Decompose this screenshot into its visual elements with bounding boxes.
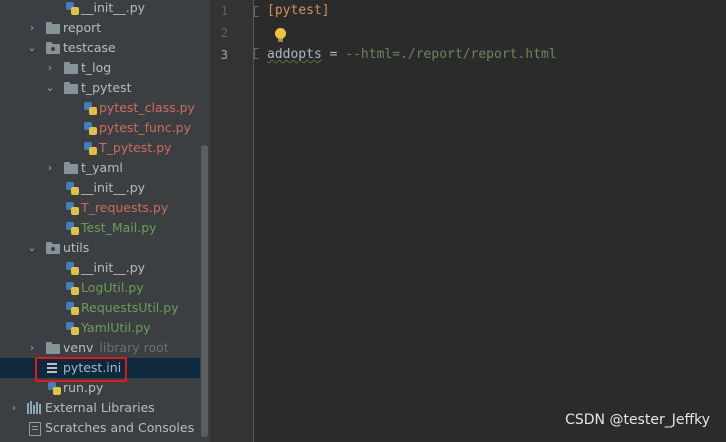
library-root-hint: library root <box>99 340 169 355</box>
chevron-right-icon[interactable]: › <box>26 18 38 38</box>
chevron-right-icon[interactable]: › <box>44 58 56 78</box>
tree-item-label: Scratches and Consoles <box>45 420 195 435</box>
tree-item-label: t_log <box>81 60 112 75</box>
tree-item-label: venv library root <box>63 338 169 358</box>
red-highlight-box <box>35 357 127 382</box>
chevron-right-icon[interactable]: › <box>26 338 38 358</box>
package-folder-icon <box>46 241 60 255</box>
tree-item-t-pytest-py[interactable]: T_pytest.py <box>0 138 200 158</box>
tree-item-init-testcase[interactable]: __init__.py <box>0 178 200 198</box>
tree-item-external-libraries[interactable]: › External Libraries <box>0 398 200 418</box>
chevron-down-icon[interactable]: ⌄ <box>26 238 38 258</box>
tree-item-label: External Libraries <box>45 400 155 415</box>
tree-item-label: testcase <box>63 40 116 55</box>
tree-item-label: __init__.py <box>81 180 146 195</box>
code-line-1[interactable]: [pytest] <box>267 0 330 22</box>
tree-item-test-mail[interactable]: Test_Mail.py <box>0 218 200 238</box>
tree-item-t-pytest[interactable]: ⌄ t_pytest <box>0 78 200 98</box>
tree-item-logutil[interactable]: LogUtil.py <box>0 278 200 298</box>
folder-icon <box>64 81 78 95</box>
ini-value: --html=./report/report.html <box>345 47 557 62</box>
tree-item-scratches[interactable]: Scratches and Consoles <box>0 418 200 438</box>
python-file-icon <box>65 221 79 235</box>
tree-item-yamlutil[interactable]: YamlUtil.py <box>0 318 200 338</box>
tree-item-label: utils <box>63 240 90 255</box>
venv-label: venv <box>63 340 94 355</box>
python-file-icon <box>65 201 79 215</box>
tree-item-label: T_requests.py <box>81 200 169 215</box>
ini-section-header: [pytest] <box>267 3 330 18</box>
tree-item-t-requests[interactable]: T_requests.py <box>0 198 200 218</box>
python-file-icon <box>65 1 79 15</box>
python-file-icon <box>65 281 79 295</box>
libraries-icon <box>27 401 41 415</box>
code-editor[interactable]: [pytest] addopts = --html=./report/repor… <box>254 0 726 442</box>
python-file-icon <box>65 261 79 275</box>
chevron-down-icon[interactable]: ⌄ <box>44 78 56 98</box>
ini-equals: = <box>321 47 346 62</box>
python-file-icon <box>47 381 61 395</box>
python-file-icon <box>83 121 97 135</box>
line-number-current: 3 <box>220 48 228 62</box>
python-file-icon <box>83 101 97 115</box>
tree-item-label: report <box>63 20 102 35</box>
folder-icon <box>46 341 60 355</box>
tree-item-utils[interactable]: ⌄ utils <box>0 238 200 258</box>
scratches-icon <box>28 421 42 436</box>
tree-item-t-log[interactable]: › t_log <box>0 58 200 78</box>
line-number: 1 <box>220 4 228 18</box>
scrollbar-thumb[interactable] <box>201 145 208 437</box>
tree-item-label: LogUtil.py <box>81 280 144 295</box>
project-tree-panel: __init__.py › report ⌄ testcase › t_log … <box>0 0 210 442</box>
tree-item-label: RequestsUtil.py <box>81 300 179 315</box>
python-file-icon <box>65 321 79 335</box>
tree-item-init-top[interactable]: __init__.py <box>0 0 200 18</box>
tree-item-t-yaml[interactable]: › t_yaml <box>0 158 200 178</box>
tree-item-label: T_pytest.py <box>99 140 172 155</box>
tree-scrollbar[interactable] <box>200 0 210 442</box>
tree-item-label: __init__.py <box>81 260 146 275</box>
folder-icon <box>64 161 78 175</box>
line-number: 2 <box>220 26 228 40</box>
tree-item-report[interactable]: › report <box>0 18 200 38</box>
python-file-icon <box>83 141 97 155</box>
python-file-icon <box>65 301 79 315</box>
tree-item-label: __init__.py <box>81 0 146 15</box>
tree-item-label: t_pytest <box>81 80 132 95</box>
ini-key: addopts <box>267 47 322 62</box>
tree-item-init-utils[interactable]: __init__.py <box>0 258 200 278</box>
folder-icon <box>64 61 78 75</box>
tree-item-requestsutil[interactable]: RequestsUtil.py <box>0 298 200 318</box>
chevron-right-icon[interactable]: › <box>8 398 20 418</box>
watermark: CSDN @tester_Jeffky <box>565 412 710 428</box>
tree-item-label: Test_Mail.py <box>81 220 157 235</box>
lightbulb-icon[interactable] <box>275 28 286 42</box>
tree-item-label: t_yaml <box>81 160 123 175</box>
chevron-right-icon[interactable]: › <box>44 158 56 178</box>
package-folder-icon <box>46 41 60 55</box>
tree-item-pytest-class[interactable]: pytest_class.py <box>0 98 200 118</box>
tree-item-testcase[interactable]: ⌄ testcase <box>0 38 200 58</box>
code-line-3[interactable]: addopts = --html=./report/report.html <box>267 44 557 66</box>
line-number-gutter: 1 2 3 <box>210 0 254 442</box>
tree-item-label: pytest_class.py <box>99 100 195 115</box>
tree-item-label: pytest_func.py <box>99 120 192 135</box>
tree-item-venv[interactable]: › venv library root <box>0 338 200 358</box>
tree-item-pytest-func[interactable]: pytest_func.py <box>0 118 200 138</box>
chevron-down-icon[interactable]: ⌄ <box>26 38 38 58</box>
python-file-icon <box>65 181 79 195</box>
tree-item-label: YamlUtil.py <box>81 320 151 335</box>
folder-icon <box>46 21 60 35</box>
